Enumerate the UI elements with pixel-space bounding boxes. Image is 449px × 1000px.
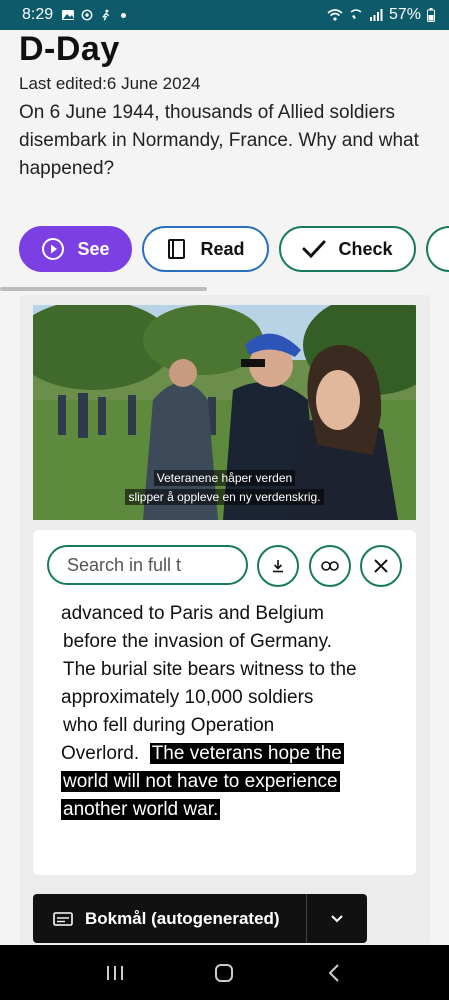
book-icon bbox=[168, 239, 186, 259]
runner-icon bbox=[102, 9, 110, 21]
close-transcript-button[interactable] bbox=[360, 545, 402, 587]
transcript-search-input[interactable]: Search in full t bbox=[47, 545, 248, 585]
transcript-line: world will not have to experience bbox=[61, 768, 401, 796]
dot-icon bbox=[121, 12, 127, 18]
last-edited-date: Last edited:6 June 2024 bbox=[19, 74, 201, 93]
current-caption-highlight: another world war. bbox=[61, 799, 221, 820]
language-dropdown-toggle[interactable] bbox=[307, 894, 367, 943]
copy-link-button[interactable] bbox=[309, 545, 351, 587]
notification-icons bbox=[61, 9, 127, 21]
back-icon bbox=[328, 963, 339, 982]
recent-apps-icon bbox=[106, 965, 123, 980]
captions-icon bbox=[53, 911, 73, 926]
subtitle-language-selector: Bokmål (autogenerated) bbox=[33, 894, 367, 943]
link-icon bbox=[321, 561, 339, 571]
current-caption-highlight: The veterans hope the bbox=[149, 743, 344, 764]
video-player[interactable]: Veteranene håper verden slipper å opplev… bbox=[33, 305, 416, 520]
language-button[interactable]: Bokmål (autogenerated) bbox=[33, 894, 307, 943]
wifi-icon bbox=[327, 9, 343, 21]
back-button[interactable] bbox=[314, 953, 354, 993]
battery-icon bbox=[427, 8, 435, 22]
transcript-text: advanced to Paris and Belgium before the… bbox=[61, 600, 401, 824]
home-icon bbox=[215, 963, 234, 982]
check-button[interactable]: Check bbox=[279, 226, 416, 272]
read-button[interactable]: Read bbox=[142, 226, 269, 272]
see-button[interactable]: See bbox=[19, 226, 132, 272]
home-button[interactable] bbox=[204, 953, 244, 993]
transcript-panel: Search in full t advanced to Paris and B… bbox=[33, 530, 416, 875]
search-placeholder: Search in full t bbox=[67, 554, 182, 575]
battery-level: 57% bbox=[388, 6, 421, 23]
gallery-icon bbox=[62, 10, 75, 20]
chevron-down-icon bbox=[331, 914, 343, 922]
recent-apps-button[interactable] bbox=[95, 953, 135, 993]
transcript-line: Overlord. The veterans hope the bbox=[61, 740, 401, 768]
download-button[interactable] bbox=[257, 545, 299, 587]
system-navigation-bar bbox=[0, 945, 449, 1000]
transcript-segment: Overlord. bbox=[61, 743, 140, 764]
subtitle-line-2: slipper å oppleve en ny verdenskrig. bbox=[33, 489, 416, 505]
check-label: Check bbox=[338, 238, 393, 259]
download-icon bbox=[273, 560, 283, 573]
see-label: See bbox=[77, 238, 110, 259]
transcript-line: who fell during Operation bbox=[63, 715, 275, 736]
transcript-line: approximately 10,000 soldiers bbox=[61, 687, 314, 708]
page-title: D-Day bbox=[19, 30, 120, 68]
current-caption-highlight: world will not have to experience bbox=[61, 771, 340, 792]
checkmark-icon bbox=[302, 240, 326, 259]
transcript-line: another world war. bbox=[61, 796, 401, 824]
transcript-line: The burial site bears witness to the bbox=[63, 659, 357, 680]
status-time: 8:29 bbox=[22, 6, 54, 23]
transcript-line: before the invasion of Germany. bbox=[63, 631, 332, 652]
read-label: Read bbox=[200, 238, 245, 259]
transcript-line: advanced to Paris and Belgium bbox=[61, 603, 324, 624]
status-bar: 8:29 57% bbox=[0, 0, 449, 30]
signal-icon bbox=[369, 9, 383, 21]
language-label: Bokmål (autogenerated) bbox=[85, 908, 280, 928]
video-frame bbox=[33, 305, 416, 520]
whatsapp-icon bbox=[81, 9, 93, 21]
more-mode-button[interactable] bbox=[426, 226, 449, 272]
play-circle-icon bbox=[42, 238, 65, 260]
close-icon bbox=[374, 559, 388, 573]
mode-tabs: See Read Check bbox=[19, 226, 449, 272]
horizontal-scroll-indicator bbox=[0, 287, 207, 291]
subtitle-line-1: Veteranene håper verden bbox=[33, 470, 416, 486]
article-intro: On 6 June 1944, thousands of Allied sold… bbox=[19, 102, 419, 179]
wifi-calling-icon bbox=[350, 9, 362, 19]
